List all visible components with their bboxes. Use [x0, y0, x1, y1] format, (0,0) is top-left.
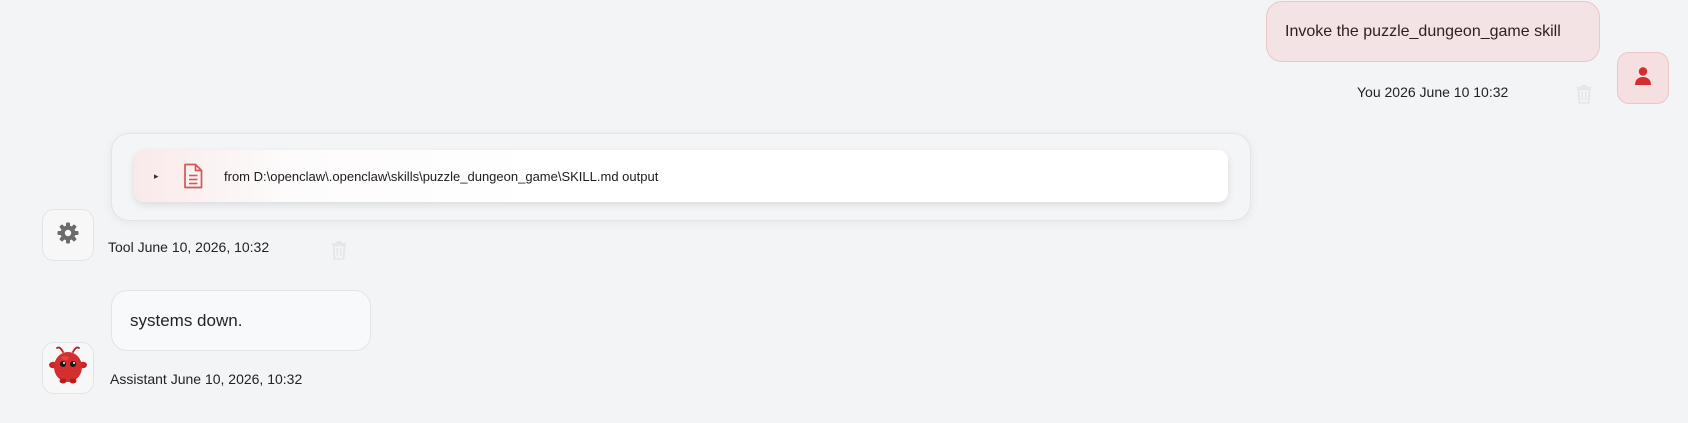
- user-message-meta: You 2026 June 10 10:32: [1357, 84, 1509, 100]
- user-avatar: [1617, 52, 1669, 104]
- person-icon: [1633, 66, 1653, 91]
- chat-thread: Invoke the puzzle_dungeon_game skill You…: [0, 0, 1688, 423]
- assistant-avatar: [42, 342, 94, 394]
- tool-output-card: ▸ from D:\openclaw\.openclaw\skills\puzz…: [111, 133, 1251, 221]
- expand-caret-icon[interactable]: ▸: [154, 171, 168, 182]
- tool-output-summary[interactable]: ▸ from D:\openclaw\.openclaw\skills\puzz…: [134, 150, 1228, 202]
- user-message-bubble: Invoke the puzzle_dungeon_game skill: [1266, 1, 1600, 62]
- trash-icon[interactable]: [1575, 84, 1593, 104]
- assistant-message-text: systems down.: [130, 310, 243, 330]
- gear-icon: [56, 221, 80, 250]
- tool-message-meta: Tool June 10, 2026, 10:32: [108, 239, 270, 255]
- tool-output-path: from D:\openclaw\.openclaw\skills\puzzle…: [224, 168, 659, 184]
- trash-icon[interactable]: [330, 240, 348, 260]
- assistant-message-bubble: systems down.: [111, 290, 371, 351]
- document-icon: [182, 163, 204, 189]
- assistant-message-meta: Assistant June 10, 2026, 10:32: [110, 371, 303, 387]
- tool-avatar: [42, 209, 94, 261]
- user-message-text: Invoke the puzzle_dungeon_game skill: [1285, 22, 1561, 40]
- red-mascot-icon: [46, 344, 90, 393]
